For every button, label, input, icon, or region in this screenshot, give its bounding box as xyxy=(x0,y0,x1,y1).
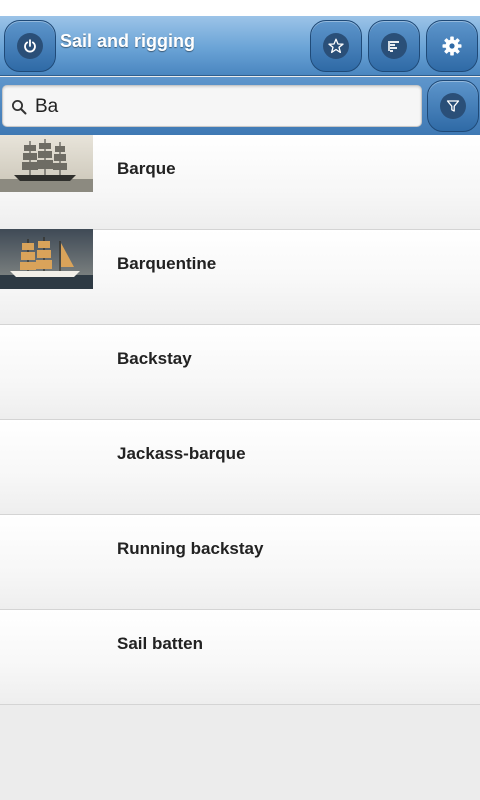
list-item[interactable]: Backstay xyxy=(0,325,480,420)
list-item-label: Backstay xyxy=(117,349,192,368)
filter-icon xyxy=(440,93,466,119)
app-title: Sail and rigging xyxy=(60,31,196,51)
list-item-label: Jackass-barque xyxy=(117,444,246,463)
status-bar xyxy=(0,0,480,16)
search-field[interactable] xyxy=(2,85,422,127)
list-item-label: Running backstay xyxy=(117,539,264,558)
app-header: Sail and rigging xyxy=(0,16,480,76)
barque-thumbnail xyxy=(0,135,93,192)
sort-list-button[interactable] xyxy=(368,20,420,72)
list-item-label: Barque xyxy=(117,159,176,178)
sort-list-icon xyxy=(381,33,407,59)
list-item-label: Barquentine xyxy=(117,254,217,273)
gear-icon xyxy=(439,33,465,59)
search-input[interactable] xyxy=(35,92,415,122)
list-item[interactable]: Sail batten xyxy=(0,610,480,705)
list-item[interactable]: Barque xyxy=(0,135,480,230)
list-item[interactable]: Barquentine xyxy=(0,229,480,325)
list-item[interactable]: Jackass-barque xyxy=(0,420,480,515)
star-icon xyxy=(323,33,349,59)
power-icon xyxy=(17,33,43,59)
settings-button[interactable] xyxy=(426,20,478,72)
search-icon xyxy=(12,100,27,115)
list-item[interactable]: Running backstay xyxy=(0,515,480,610)
filter-button[interactable] xyxy=(427,80,479,132)
barquentine-thumbnail xyxy=(0,229,93,289)
power-button[interactable] xyxy=(4,20,56,72)
search-bar xyxy=(0,77,480,135)
results-list: Barque Barquentine Backstay Jackass-barq… xyxy=(0,135,480,705)
list-item-label: Sail batten xyxy=(117,634,203,653)
favorites-button[interactable] xyxy=(310,20,362,72)
